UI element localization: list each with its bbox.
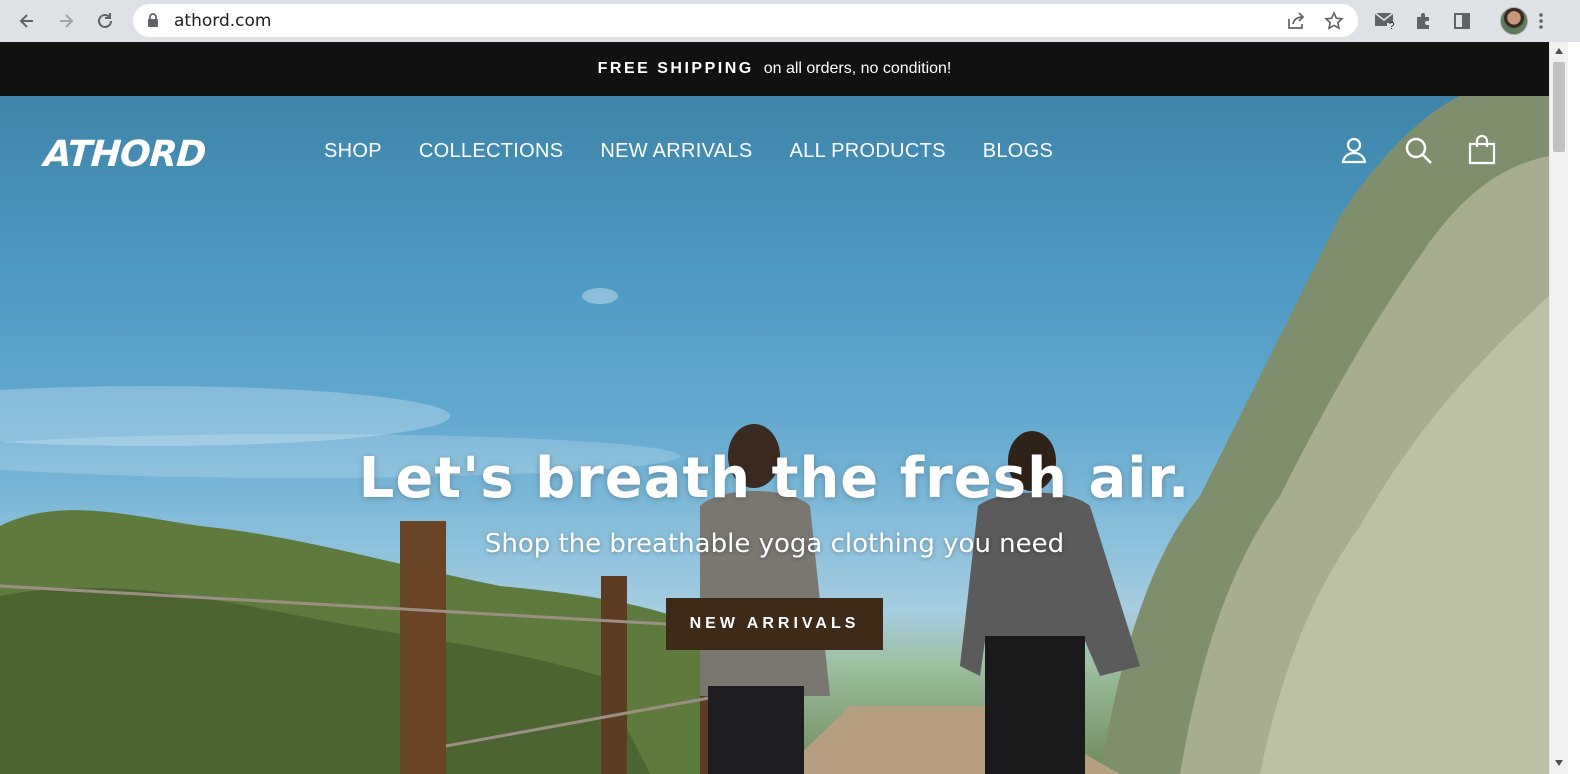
scroll-thumb[interactable] <box>1553 62 1565 152</box>
scroll-up-arrow-icon[interactable] <box>1555 48 1563 54</box>
side-panel-icon[interactable] <box>1449 8 1475 34</box>
back-icon[interactable] <box>13 7 41 35</box>
announcement-text: on all orders, no condition! <box>763 60 952 77</box>
browser-toolbar: athord.com ? <box>0 0 1580 42</box>
hero-title: Let's breath the fresh air. <box>358 446 1191 511</box>
page-viewport: FREE SHIPPING on all orders, no conditio… <box>0 42 1549 774</box>
new-arrivals-button[interactable]: NEW ARRIVALS <box>666 598 883 650</box>
cart-icon[interactable] <box>1466 134 1498 166</box>
more-menu-icon[interactable] <box>1528 8 1554 34</box>
search-icon[interactable] <box>1402 134 1434 166</box>
lock-icon[interactable] <box>147 13 159 33</box>
nav-all-products[interactable]: ALL PRODUCTS <box>790 140 946 163</box>
site-logo[interactable]: ATHORD <box>43 134 207 175</box>
nav-blogs[interactable]: BLOGS <box>983 140 1053 163</box>
reload-icon[interactable] <box>91 7 119 35</box>
scroll-down-arrow-icon[interactable] <box>1555 760 1563 766</box>
nav-collections[interactable]: COLLECTIONS <box>419 140 563 163</box>
puzzle-extensions-icon[interactable] <box>1410 8 1436 34</box>
mail-extension-icon[interactable]: ? <box>1372 8 1398 34</box>
profile-avatar[interactable] <box>1500 7 1528 35</box>
site-header: ATHORD SHOP COLLECTIONS NEW ARRIVALS ALL… <box>0 96 1549 206</box>
nav-new-arrivals[interactable]: NEW ARRIVALS <box>600 140 752 163</box>
account-icon[interactable] <box>1338 134 1370 166</box>
hero-text: Let's breath the fresh air. Shop the bre… <box>0 446 1549 560</box>
forward-icon[interactable] <box>52 7 80 35</box>
hero-subtitle: Shop the breathable yoga clothing you ne… <box>484 529 1065 559</box>
extension-badge: ? <box>1389 21 1395 32</box>
bookmark-star-icon[interactable] <box>1323 10 1345 32</box>
hero-banner: ATHORD SHOP COLLECTIONS NEW ARRIVALS ALL… <box>0 96 1549 774</box>
window-edge <box>1568 42 1580 774</box>
main-nav: SHOP COLLECTIONS NEW ARRIVALS ALL PRODUC… <box>324 140 1053 163</box>
page-scrollbar[interactable] <box>1549 42 1568 774</box>
url-text[interactable]: athord.com <box>174 11 271 31</box>
nav-shop[interactable]: SHOP <box>324 140 382 163</box>
address-bar[interactable]: athord.com <box>133 4 1358 37</box>
announcement-strong: FREE SHIPPING <box>597 60 754 77</box>
share-icon[interactable] <box>1285 10 1307 32</box>
announcement-bar: FREE SHIPPING on all orders, no conditio… <box>0 42 1549 96</box>
